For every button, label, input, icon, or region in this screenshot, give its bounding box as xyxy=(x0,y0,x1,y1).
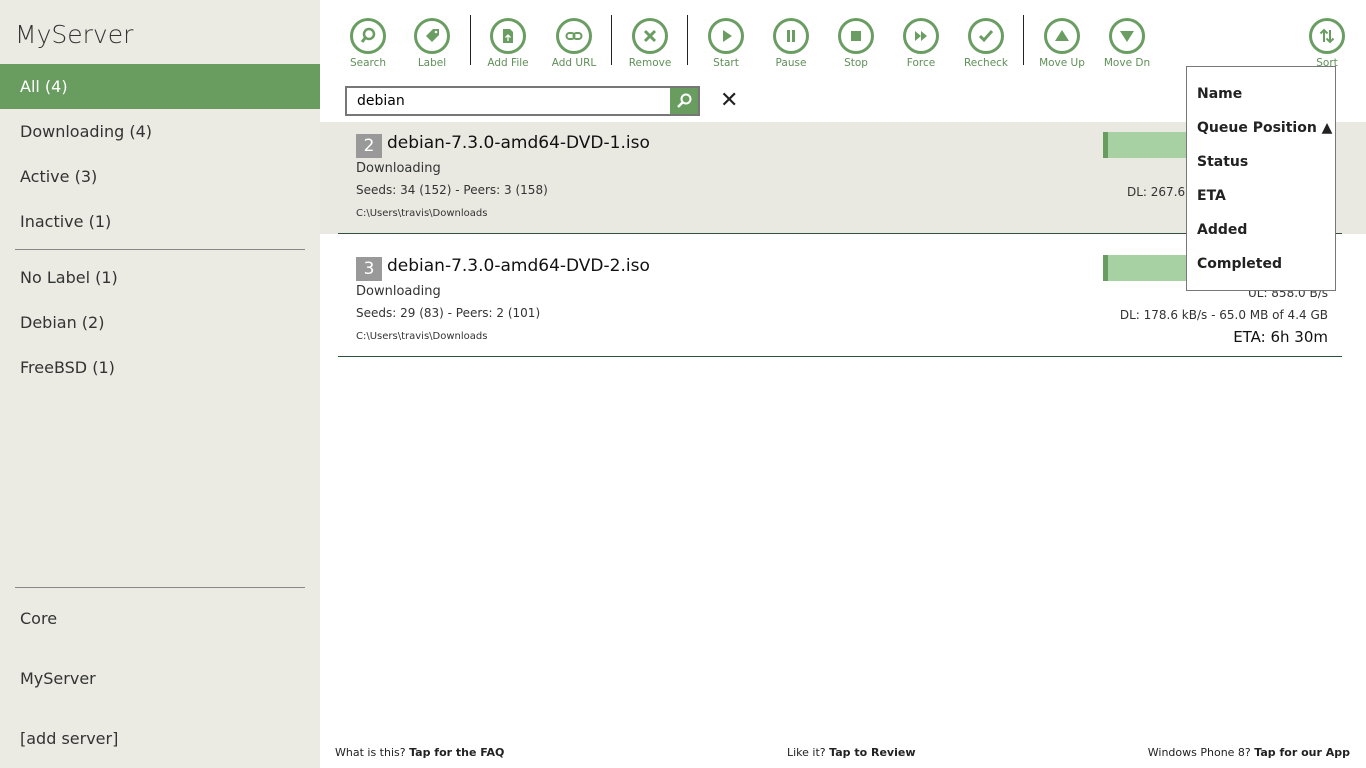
search-button[interactable]: Search xyxy=(335,18,401,69)
search-icon xyxy=(677,93,692,108)
sidebar: MyServer All (4) Downloading (4) Active … xyxy=(0,0,320,768)
review-link[interactable]: Like it? Tap to Review xyxy=(787,746,916,759)
add-file-icon xyxy=(490,18,526,54)
divider xyxy=(15,587,305,588)
add-url-label: Add URL xyxy=(551,57,597,69)
add-file-label: Add File xyxy=(487,57,529,69)
torrent-status: Downloading xyxy=(356,284,441,299)
force-button[interactable]: Force xyxy=(888,18,954,69)
clear-search-button[interactable]: ✕ xyxy=(720,88,738,113)
sort-icon xyxy=(1309,18,1345,54)
triangle-up-icon xyxy=(1044,18,1080,54)
label-debian[interactable]: Debian (2) xyxy=(0,300,320,345)
search-box xyxy=(345,86,700,116)
move-dn-label: Move Dn xyxy=(1103,57,1151,69)
sort-button[interactable]: Sort xyxy=(1294,18,1360,69)
force-label: Force xyxy=(906,57,936,69)
torrent-name: debian-7.3.0-amd64-DVD-1.iso xyxy=(387,133,650,153)
fast-forward-icon xyxy=(903,18,939,54)
app-link-text[interactable]: Tap for our App xyxy=(1254,746,1350,759)
search-label: Search xyxy=(349,57,387,69)
progress-fill xyxy=(1103,255,1108,281)
review-link-text[interactable]: Tap to Review xyxy=(829,746,915,759)
add-file-button[interactable]: Add File xyxy=(475,18,541,69)
stop-icon xyxy=(838,18,874,54)
torrent-path: C:\Users\travis\Downloads xyxy=(356,331,488,342)
divider xyxy=(1023,15,1024,65)
app-link[interactable]: Windows Phone 8? Tap for our App xyxy=(1148,746,1350,759)
divider xyxy=(611,15,612,65)
triangle-down-icon xyxy=(1109,18,1145,54)
check-icon xyxy=(968,18,1004,54)
recheck-button[interactable]: Recheck xyxy=(953,18,1019,69)
recheck-label: Recheck xyxy=(963,57,1009,69)
stop-button[interactable]: Stop xyxy=(823,18,889,69)
sort-menu: Name Queue Position ▲ Status ETA Added C… xyxy=(1186,66,1336,291)
link-icon xyxy=(556,18,592,54)
start-button[interactable]: Start xyxy=(693,18,759,69)
label-freebsd[interactable]: FreeBSD (1) xyxy=(0,345,320,390)
remove-label: Remove xyxy=(628,57,672,69)
faq-prefix: What is this? xyxy=(335,746,406,759)
app-prefix: Windows Phone 8? xyxy=(1147,746,1251,759)
sort-by-added[interactable]: Added xyxy=(1197,222,1247,238)
sort-by-name[interactable]: Name xyxy=(1197,86,1242,102)
add-server[interactable]: [add server] xyxy=(0,716,320,761)
review-prefix: Like it? xyxy=(787,746,826,759)
pause-icon xyxy=(773,18,809,54)
download-info: DL: 178.6 kB/s - 65.0 MB of 4.4 GB xyxy=(1119,308,1328,322)
sort-by-completed[interactable]: Completed xyxy=(1197,256,1282,272)
label-label: Label xyxy=(417,57,447,69)
tag-icon xyxy=(414,18,450,54)
download-info: DL: 267.6 xyxy=(1127,185,1186,199)
filter-active[interactable]: Active (3) xyxy=(0,154,320,199)
torrent-seeds: Seeds: 34 (152) - Peers: 3 (158) xyxy=(356,183,548,197)
row-divider xyxy=(338,356,1342,357)
progress-fill xyxy=(1103,132,1108,158)
torrent-path: C:\Users\travis\Downloads xyxy=(356,208,488,219)
pause-label: Pause xyxy=(775,57,807,69)
start-label: Start xyxy=(713,57,739,69)
torrent-seeds: Seeds: 29 (83) - Peers: 2 (101) xyxy=(356,306,541,320)
sort-by-queue-position[interactable]: Queue Position ▲ xyxy=(1197,120,1332,136)
divider xyxy=(470,15,471,65)
search-input[interactable] xyxy=(347,88,667,114)
queue-position: 3 xyxy=(356,257,382,281)
app-title: MyServer xyxy=(15,20,134,49)
search-icon xyxy=(350,18,386,54)
server-myserver[interactable]: MyServer xyxy=(0,656,320,701)
sort-by-eta[interactable]: ETA xyxy=(1197,188,1226,204)
divider xyxy=(687,15,688,65)
move-up-label: Move Up xyxy=(1039,57,1085,69)
faq-link[interactable]: What is this? Tap for the FAQ xyxy=(335,746,504,759)
add-url-button[interactable]: Add URL xyxy=(541,18,607,69)
filter-inactive[interactable]: Inactive (1) xyxy=(0,199,320,244)
faq-link-text[interactable]: Tap for the FAQ xyxy=(409,746,504,759)
label-no-label[interactable]: No Label (1) xyxy=(0,255,320,300)
sort-by-status[interactable]: Status xyxy=(1197,154,1248,170)
divider xyxy=(15,249,305,250)
stop-label: Stop xyxy=(844,57,868,69)
torrent-status: Downloading xyxy=(356,161,441,176)
queue-position: 2 xyxy=(356,134,382,158)
move-dn-button[interactable]: Move Dn xyxy=(1094,18,1160,69)
play-icon xyxy=(708,18,744,54)
eta: ETA: 6h 30m xyxy=(1233,328,1328,346)
torrent-name: debian-7.3.0-amd64-DVD-2.iso xyxy=(387,256,650,276)
filter-all[interactable]: All (4) xyxy=(0,64,320,109)
close-icon xyxy=(632,18,668,54)
server-core[interactable]: Core xyxy=(0,596,320,641)
label-button[interactable]: Label xyxy=(399,18,465,69)
pause-button[interactable]: Pause xyxy=(758,18,824,69)
remove-button[interactable]: Remove xyxy=(617,18,683,69)
filter-downloading[interactable]: Downloading (4) xyxy=(0,109,320,154)
search-submit-button[interactable] xyxy=(670,88,698,114)
move-up-button[interactable]: Move Up xyxy=(1029,18,1095,69)
